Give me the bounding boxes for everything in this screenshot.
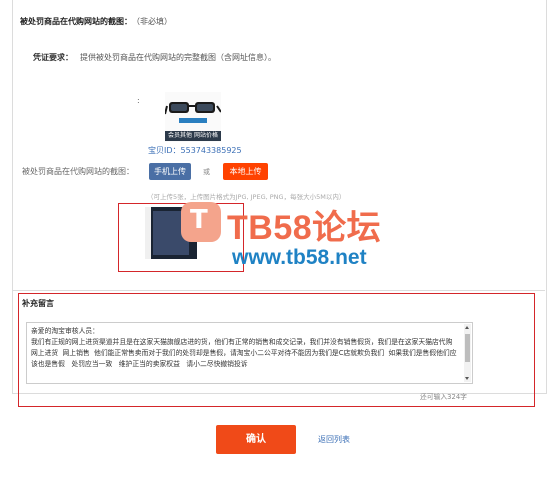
section-divider: [13, 290, 545, 291]
mobile-upload-button[interactable]: 手机上传: [149, 163, 191, 180]
confirm-button[interactable]: 确认: [216, 425, 296, 454]
or-text: 或: [203, 168, 210, 176]
watermark-url: www.tb58.net: [232, 246, 367, 269]
product-colon: :: [137, 96, 140, 105]
scroll-down-icon[interactable]: [465, 377, 469, 380]
upload-label: 被处罚商品在代购网站的截图：: [22, 167, 134, 176]
forum-logo-icon: T: [181, 202, 221, 242]
section-title: 被处罚商品在代购网站的截图： （非必填）: [20, 17, 172, 26]
memo-text[interactable]: 亲爱的淘宝审核人员： 我们有正规的网上进货渠道并且是在这家天猫旗舰店进的货，他们…: [31, 326, 457, 370]
scroll-thumb[interactable]: [465, 334, 470, 362]
memo-textarea[interactable]: 亲爱的淘宝审核人员： 我们有正规的网上进货渠道并且是在这家天猫旗舰店进的货，他们…: [26, 322, 473, 384]
char-counter: 还可输入324字: [420, 393, 467, 401]
glasses-image: [164, 102, 222, 123]
requirement-label: 凭证要求：: [33, 53, 73, 62]
optional-hint: （非必填）: [136, 17, 172, 26]
memo-title: 补充留言: [22, 299, 54, 308]
memo-scrollbar[interactable]: [464, 324, 471, 382]
back-to-list-link[interactable]: 返回列表: [318, 434, 350, 445]
forum-watermark: T TB58论坛: [181, 198, 393, 247]
scroll-up-icon[interactable]: [465, 326, 469, 329]
requirement-text: 提供被处罚商品在代购网站的完整截图（含网址信息）。: [80, 53, 276, 62]
local-upload-button[interactable]: 本地上传: [223, 163, 268, 180]
product-id-link[interactable]: 宝贝ID：553743385925: [148, 145, 242, 156]
watermark-brand: TB58论坛: [227, 209, 382, 247]
product-caption: 会员其他 网站价格: [165, 131, 221, 141]
